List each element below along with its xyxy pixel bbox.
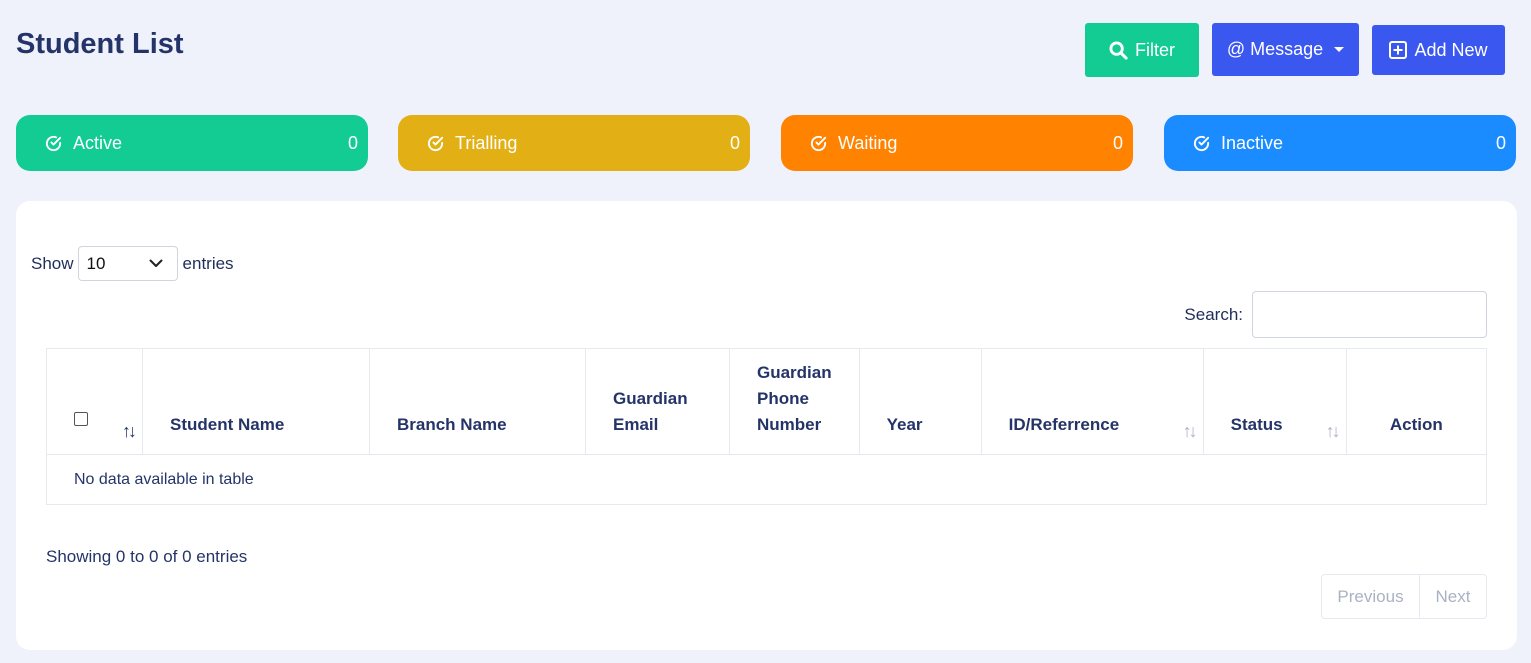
next-button[interactable]: Next [1420, 575, 1486, 618]
plus-square-icon [1389, 41, 1408, 59]
select-all-checkbox[interactable] [74, 412, 88, 426]
stat-label: Waiting [838, 132, 898, 153]
stat-count: 0 [1495, 132, 1506, 153]
page-length-control: Show 10 entries [31, 246, 234, 281]
stat-count: 0 [347, 132, 358, 153]
stat-card-trialling[interactable]: Trialling 0 [398, 115, 750, 171]
page-size-value: 10 [86, 253, 106, 273]
student-table: ↑↓ Student Name Branch Name Guardian Ema… [46, 348, 1488, 505]
check-circle-icon [1193, 135, 1210, 151]
add-new-button-label: Add New [1414, 39, 1488, 60]
student-table-panel: Show 10 entries Search: ↑↓ Student Name … [16, 201, 1517, 650]
stat-card-waiting[interactable]: Waiting 0 [781, 115, 1133, 171]
stat-card-inactive[interactable]: Inactive 0 [1164, 115, 1516, 171]
caret-down-icon [1334, 47, 1345, 52]
table-row: No data available in table [46, 454, 1487, 505]
search-input[interactable] [1252, 291, 1487, 338]
select-all-header[interactable]: ↑↓ [46, 348, 143, 455]
page-size-select[interactable]: 10 [77, 246, 178, 281]
chevron-down-icon [149, 259, 163, 267]
column-year[interactable]: Year [858, 348, 982, 455]
empty-table-message: No data available in table [46, 454, 1487, 505]
column-id-reference-header[interactable]: ID/Referrence ↑↓ [980, 348, 1204, 455]
message-button-label: @ Message [1226, 39, 1324, 59]
column-guardian-phone[interactable]: Guardian Phone Number [729, 348, 860, 455]
search-label: Search: [1184, 304, 1243, 324]
column-action: Action [1345, 348, 1488, 455]
column-branch-name[interactable]: Branch Name [369, 348, 586, 455]
column-status: Status [1230, 415, 1283, 434]
show-label: Show [31, 253, 74, 273]
check-circle-icon [810, 135, 827, 151]
sort-icon[interactable]: ↑↓ [1183, 418, 1198, 444]
column-id-reference: ID/Referrence [1008, 415, 1120, 434]
filter-button[interactable]: Filter [1085, 23, 1199, 77]
sort-icon[interactable]: ↑↓ [122, 418, 137, 444]
table-header-row: ↑↓ Student Name Branch Name Guardian Ema… [46, 348, 1488, 455]
table-search: Search: [1184, 291, 1487, 338]
stat-count: 0 [1112, 132, 1123, 153]
entries-label: entries [182, 253, 234, 273]
stat-count: 0 [729, 132, 740, 153]
column-status-header[interactable]: Status ↑↓ [1202, 348, 1347, 455]
stat-label: Inactive [1221, 132, 1284, 153]
stat-label: Active [73, 132, 123, 153]
check-circle-icon [427, 135, 444, 151]
message-dropdown-button[interactable]: @ Message [1212, 23, 1359, 76]
pagination: Previous Next [1321, 574, 1487, 619]
table-info: Showing 0 to 0 of 0 entries [46, 547, 248, 566]
search-icon [1109, 40, 1128, 60]
filter-button-label: Filter [1135, 39, 1175, 60]
stat-label: Trialling [455, 132, 518, 153]
sort-icon[interactable]: ↑↓ [1326, 418, 1341, 444]
page-title: Student List [16, 28, 184, 60]
add-new-button[interactable]: Add New [1372, 25, 1505, 75]
check-circle-icon [45, 135, 62, 151]
stat-card-active[interactable]: Active 0 [16, 115, 368, 171]
previous-button[interactable]: Previous [1322, 575, 1420, 618]
column-student-name[interactable]: Student Name [142, 348, 370, 455]
column-guardian-email[interactable]: Guardian Email [585, 348, 730, 455]
